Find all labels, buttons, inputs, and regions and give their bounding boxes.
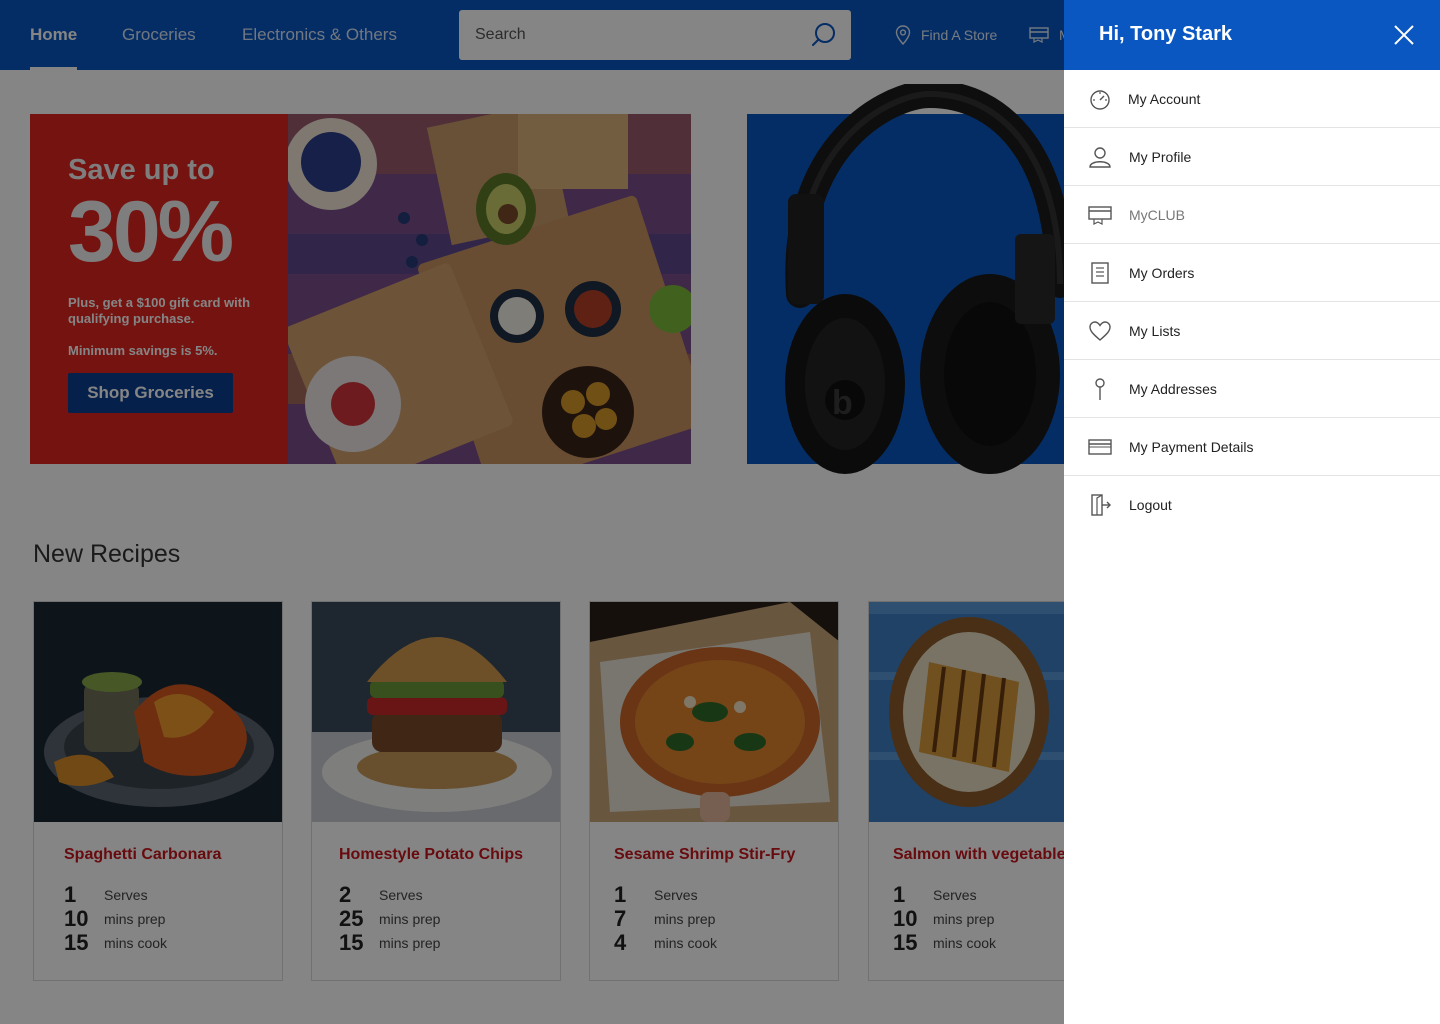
credit-card-icon xyxy=(1088,439,1112,455)
menu-item-label: My Addresses xyxy=(1129,380,1217,397)
menu-item-myclub[interactable]: MyCLUB xyxy=(1064,186,1440,244)
menu-item-logout[interactable]: Logout xyxy=(1064,476,1440,534)
menu-item-my-orders[interactable]: My Orders xyxy=(1064,244,1440,302)
heart-icon xyxy=(1089,321,1111,341)
menu-item-label: My Orders xyxy=(1129,264,1195,281)
panel-header: Hi, Tony Stark xyxy=(1064,0,1440,70)
user-greeting: Hi, Tony Stark xyxy=(1099,23,1232,45)
receipt-icon xyxy=(1091,262,1109,284)
menu-item-my-payment-details[interactable]: My Payment Details xyxy=(1064,418,1440,476)
menu-item-label: My Profile xyxy=(1129,148,1192,165)
club-card-icon xyxy=(1088,206,1112,225)
menu-item-label: My Lists xyxy=(1129,322,1181,339)
menu-item-my-account[interactable]: My Account xyxy=(1064,70,1440,128)
menu-item-my-lists[interactable]: My Lists xyxy=(1064,302,1440,360)
dashboard-icon xyxy=(1090,90,1110,110)
dim-overlay[interactable] xyxy=(0,0,1064,1024)
close-icon[interactable] xyxy=(1392,23,1416,47)
pin-icon xyxy=(1095,378,1105,400)
user-icon xyxy=(1089,147,1111,168)
account-side-panel: Hi, Tony Stark My Account My Profile MyC… xyxy=(1064,0,1440,1024)
menu-item-my-addresses[interactable]: My Addresses xyxy=(1064,360,1440,418)
menu-item-label: Logout xyxy=(1129,497,1172,513)
menu-item-label: MyCLUB xyxy=(1129,206,1186,223)
menu-item-label: My Payment Details xyxy=(1129,438,1254,455)
logout-icon xyxy=(1091,494,1111,516)
menu-item-my-profile[interactable]: My Profile xyxy=(1064,128,1440,186)
menu-item-label: My Account xyxy=(1128,90,1201,107)
